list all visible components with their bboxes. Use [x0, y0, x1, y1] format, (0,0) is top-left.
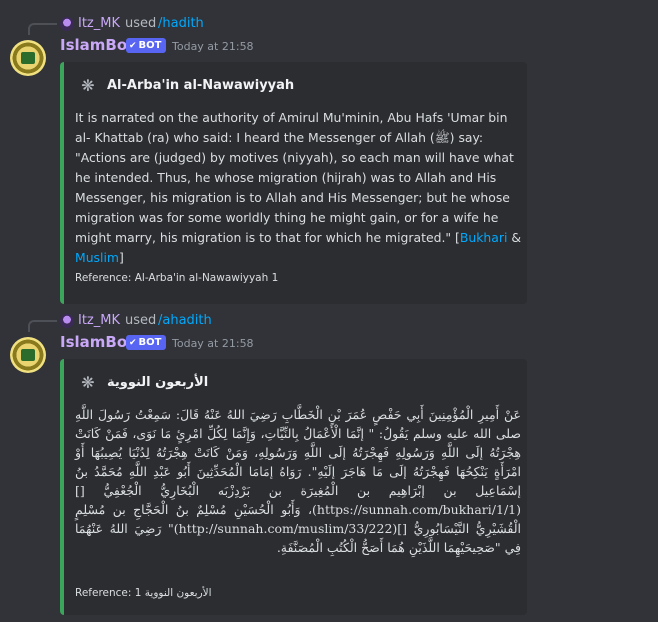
reply-used-text: used — [125, 313, 157, 328]
check-icon: ✔ — [129, 41, 137, 51]
embed-title: الأربعون النووية — [107, 375, 209, 390]
hadith-text: It is narrated on the authority of Amiru… — [75, 110, 514, 245]
avatar[interactable] — [10, 337, 46, 373]
hadith-embed-arabic: ❋ الأربعون النووية عَنْ أَمِيرِ الْمُؤْم… — [60, 359, 527, 615]
message-timestamp[interactable]: Today at 21:58 — [172, 40, 254, 53]
reply-context[interactable]: Itz_MK used /hadith — [0, 14, 658, 35]
author-username[interactable]: IslamBot — [60, 333, 134, 351]
bukhari-link[interactable]: Bukhari — [460, 230, 508, 245]
reply-avatar[interactable] — [60, 314, 74, 328]
bot-badge-label: BOT — [138, 40, 162, 51]
reply-spine — [28, 320, 57, 332]
bot-badge: ✔ BOT — [126, 335, 166, 350]
message-timestamp[interactable]: Today at 21:58 — [172, 337, 254, 350]
embed-description: It is narrated on the authority of Amiru… — [75, 108, 521, 268]
message-group-2: Itz_MK used /ahadith IslamBot ✔ BOT Today… — [0, 311, 658, 622]
check-icon: ✔ — [129, 338, 137, 348]
bot-badge-label: BOT — [138, 337, 162, 348]
bot-badge: ✔ BOT — [126, 38, 166, 53]
embed-reference: Reference: Al-Arba'in al-Nawawiyyah 1 — [75, 272, 279, 284]
muslim-link[interactable]: Muslim — [75, 250, 119, 265]
message-group-1: Itz_MK used /hadith IslamBot ✔ BOT Today … — [0, 14, 658, 304]
avatar[interactable] — [10, 40, 46, 76]
embed-description: عَنْ أَمِيرِ الْمُؤْمِنِينَ أَبِي حَفْصٍ… — [75, 407, 522, 555]
reply-spine — [28, 23, 57, 35]
hadith-embed: ❋ Al-Arba'in al-Nawawiyyah It is narrate… — [60, 62, 527, 304]
ampersand-text: & — [507, 230, 521, 245]
flower-icon: ❋ — [81, 76, 95, 95]
reply-username[interactable]: Itz_MK — [78, 16, 120, 31]
reply-command[interactable]: /hadith — [158, 16, 204, 31]
reply-username[interactable]: Itz_MK — [78, 313, 120, 328]
closing-bracket: ] — [118, 250, 124, 265]
embed-title: Al-Arba'in al-Nawawiyyah — [107, 78, 295, 93]
reply-command[interactable]: /ahadith — [158, 313, 212, 328]
reply-used-text: used — [125, 16, 157, 31]
reply-avatar[interactable] — [60, 17, 74, 31]
author-username[interactable]: IslamBot — [60, 36, 134, 54]
flower-icon: ❋ — [81, 373, 95, 392]
reply-context[interactable]: Itz_MK used /ahadith — [0, 311, 658, 332]
embed-reference: Reference: الأربعون النووية 1 — [75, 587, 212, 599]
